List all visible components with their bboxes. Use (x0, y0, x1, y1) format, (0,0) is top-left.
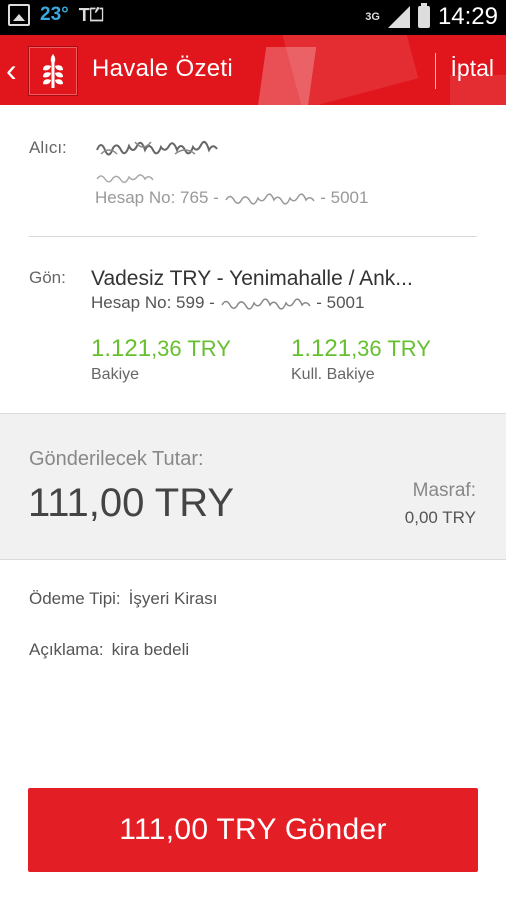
amount-value: 111,00 TRY (28, 481, 235, 525)
app-bar: ‹ Havale Özeti İptal (0, 35, 506, 105)
recipient-account-number: Hesap No: 765 - - 5001 (95, 188, 368, 208)
recipient-subtitle-redacted (95, 169, 157, 187)
bank-logo[interactable] (28, 46, 78, 96)
redacted-scribble (224, 192, 315, 205)
fee-value: 0,00 TRY (404, 508, 476, 527)
send-button[interactable]: 111,00 TRY Gönder (28, 788, 478, 872)
payment-type-label: Ödeme Tipi: (29, 589, 121, 608)
usable-balance-dec: ,36 TRY (351, 336, 431, 361)
page-title: Havale Özeti (92, 55, 233, 82)
description-row: Açıklama: kira bedeli (29, 640, 189, 660)
status-bar: 23° T⁠⏍ 3G 14:29 (0, 0, 506, 35)
amount-label: Gönderilecek Tutar: (29, 448, 204, 470)
network-type: 3G (365, 10, 380, 23)
notification-icon: T⁠⏍ (78, 4, 104, 25)
payment-type-row: Ödeme Tipi: İşyeri Kirası (29, 589, 217, 609)
divider (435, 53, 436, 89)
weather-temperature: 23° (40, 4, 69, 25)
sender-label: Gön: (29, 268, 66, 287)
redacted-scribble (96, 173, 154, 183)
fee-label: Masraf: (412, 480, 476, 501)
back-icon[interactable]: ‹ (6, 53, 22, 87)
sender-section: Gön: Vadesiz TRY - Yenimahalle / Ank... … (0, 237, 506, 413)
usable-balance-label: Kull. Bakiye (291, 366, 375, 383)
balance-label: Bakiye (91, 366, 140, 383)
recipient-name-redacted (95, 138, 219, 158)
payment-type-value: İşyeri Kirası (128, 589, 218, 608)
recipient-account-suffix: - 5001 (315, 188, 369, 207)
recipient-account-prefix: Hesap No: 765 - (95, 188, 224, 207)
gallery-icon (8, 4, 30, 26)
sender-account-suffix: - 5001 (311, 293, 365, 312)
balance-dec: ,36 TRY (151, 336, 231, 361)
description-label: Açıklama: (29, 640, 104, 659)
redacted-scribble (96, 140, 218, 156)
clock: 14:29 (437, 3, 498, 30)
header-decoration (257, 47, 317, 105)
sender-account-title: Vadesiz TRY - Yenimahalle / Ank... (91, 267, 413, 290)
recipient-section: Alıcı: Hesap No: 765 - - 5001 (0, 105, 506, 236)
amount-summary: Gönderilecek Tutar: 111,00 TRY Masraf: 0… (0, 413, 506, 560)
description-value: kira bedeli (111, 640, 190, 659)
cancel-button[interactable]: İptal (451, 55, 494, 82)
balance-value: 1.121,36 TRY (91, 335, 231, 363)
balance-int: 1.121 (91, 335, 152, 362)
signal-icon (387, 6, 410, 28)
wheat-icon (43, 54, 63, 88)
usable-balance-value: 1.121,36 TRY (291, 335, 431, 363)
sender-account-prefix: Hesap No: 599 - (91, 293, 220, 312)
battery-icon (417, 3, 430, 28)
redacted-scribble (220, 297, 311, 310)
sender-account-number: Hesap No: 599 - - 5001 (91, 293, 364, 313)
usable-balance-int: 1.121 (291, 335, 352, 362)
recipient-label: Alıcı: (29, 138, 67, 157)
